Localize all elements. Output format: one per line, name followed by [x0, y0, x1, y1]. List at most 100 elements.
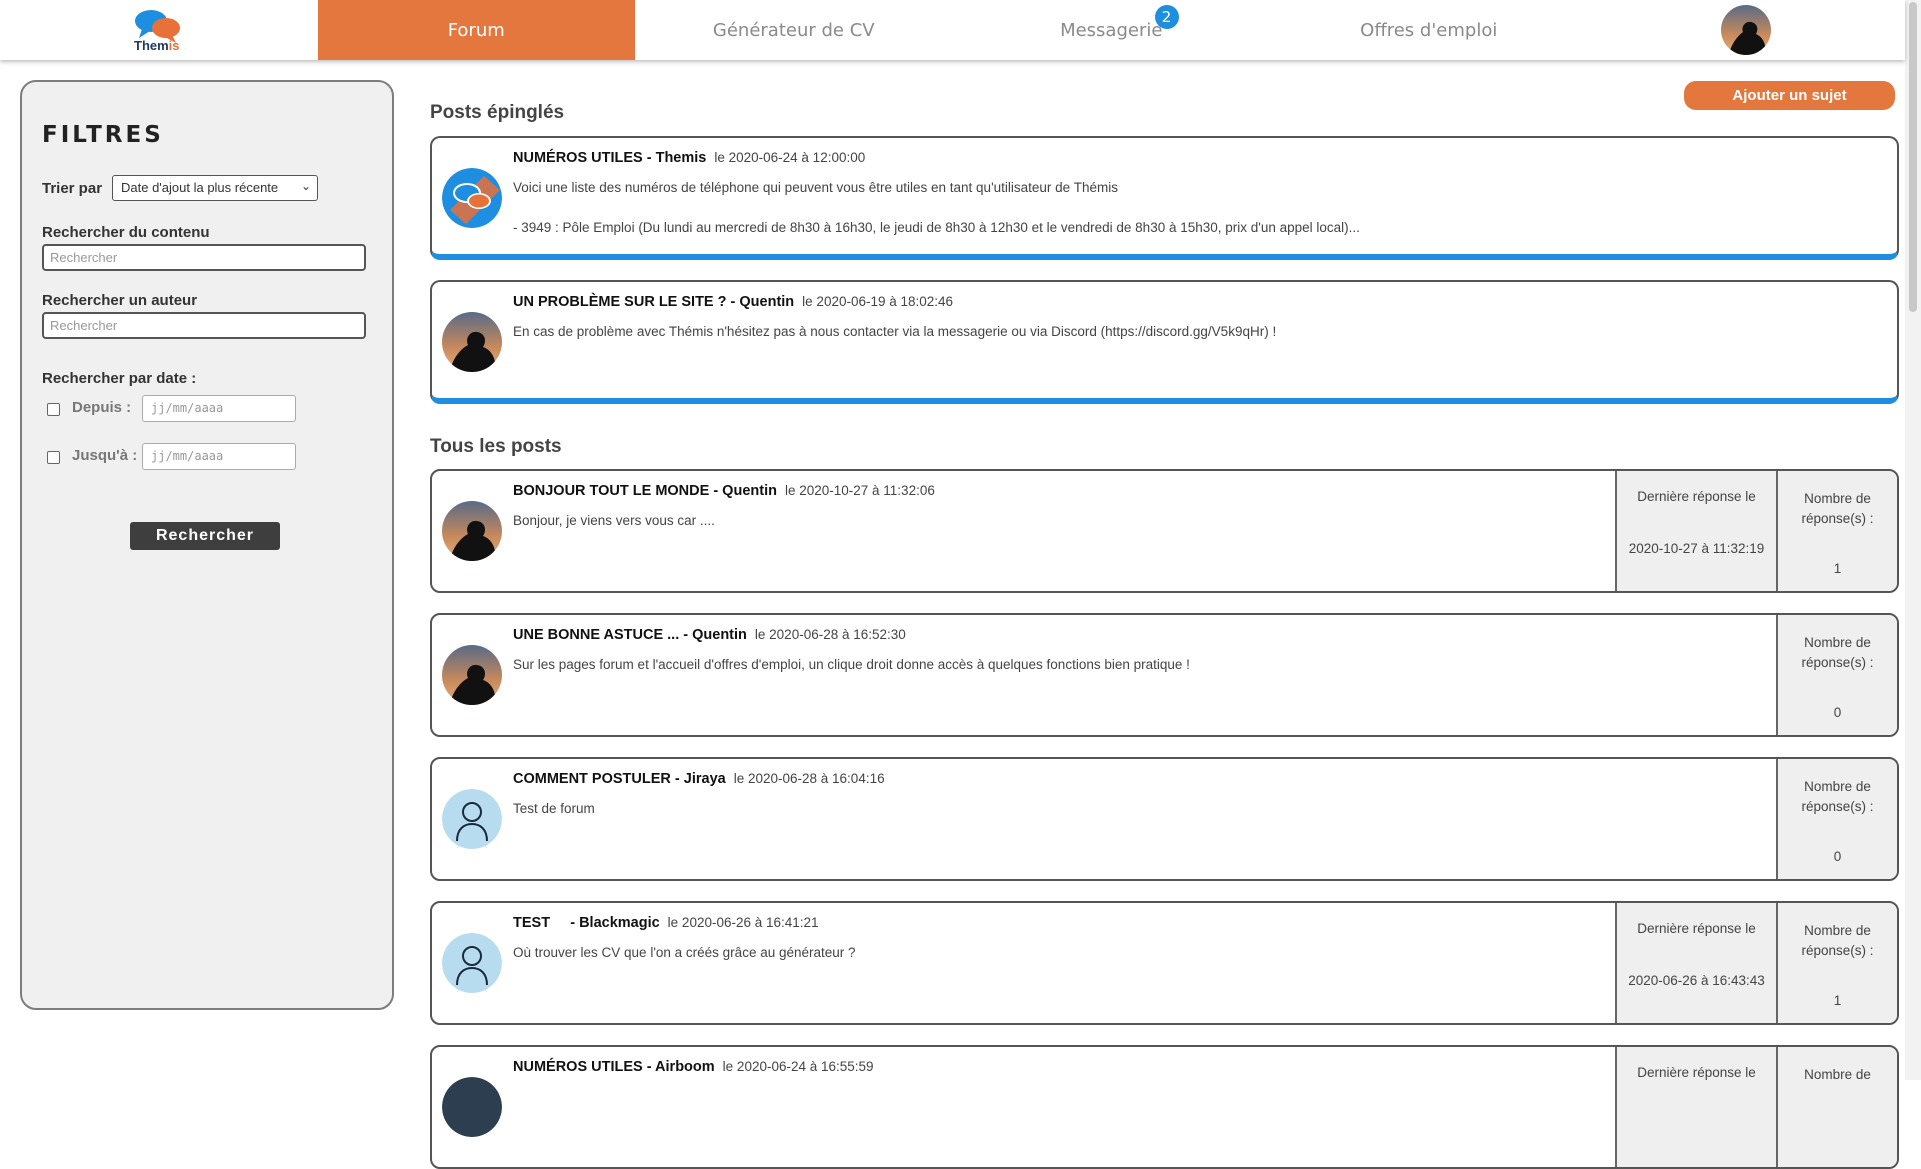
post-date: le 2020-06-24 à 16:55:59	[722, 1059, 874, 1074]
profile-menu[interactable]	[1588, 0, 1906, 60]
from-date-checkbox[interactable]	[47, 403, 60, 416]
post-author: - Quentin	[709, 483, 777, 499]
post-excerpt: Bonjour, je viens vers vous car ....	[513, 513, 715, 528]
nav-tab-cv-generator[interactable]: Générateur de CV	[635, 0, 953, 60]
sort-select[interactable]: Date d'ajout la plus récente ⌄	[112, 175, 318, 201]
last-reply-label: Dernière réponse le	[1637, 921, 1756, 936]
post-row[interactable]: BONJOUR TOUT LE MONDE - Quentin le 2020-1…	[430, 469, 1899, 593]
post-header: BONJOUR TOUT LE MONDE - Quentin le 2020-1…	[513, 483, 935, 499]
logo[interactable]: Themis	[0, 0, 318, 60]
to-date-label: Jusqu'à :	[72, 447, 138, 464]
post-author: - Airboom	[642, 1059, 715, 1075]
author-search-label: Rechercher un auteur	[42, 292, 198, 309]
chevron-down-icon: ⌄	[300, 179, 311, 193]
post-title[interactable]: NUMÉROS UTILES	[513, 150, 643, 166]
author-avatar	[442, 501, 502, 561]
post-date: le 2020-06-19 à 18:02:46	[802, 294, 954, 309]
all-posts-heading: Tous les posts	[430, 436, 562, 457]
last-reply-label: Dernière réponse le	[1637, 489, 1756, 504]
post-header: UNE BONNE ASTUCE ... - Quentin le 2020-06…	[513, 627, 906, 643]
last-reply-date: 2020-10-27 à 11:32:19	[1628, 541, 1765, 556]
last-reply-column: Dernière réponse le	[1615, 1047, 1776, 1167]
post-title[interactable]: TEST	[513, 915, 550, 931]
sort-label: Trier par	[42, 180, 103, 197]
author-avatar	[442, 645, 502, 705]
post-date: le 2020-06-26 à 16:41:21	[667, 915, 819, 930]
post-row[interactable]: NUMÉROS UTILES - Airboom le 2020-06-24 à …	[430, 1045, 1899, 1169]
sort-select-value: Date d'ajout la plus récente	[121, 180, 279, 195]
pinned-post[interactable]: NUMÉROS UTILES - Themis le 2020-06-24 à 1…	[430, 136, 1899, 260]
reply-count: 0	[1833, 849, 1842, 864]
last-reply-date: 2020-06-26 à 16:43:43	[1628, 973, 1765, 988]
post-author: - Jiraya	[670, 771, 726, 787]
post-excerpt: Test de forum	[513, 801, 595, 816]
reply-count: 1	[1833, 993, 1842, 1008]
post-title[interactable]: UNE BONNE ASTUCE ...	[513, 627, 679, 643]
author-avatar	[442, 789, 502, 849]
post-title[interactable]: UN PROBLÈME SUR LE SITE ?	[513, 294, 727, 310]
post-excerpt-line2: - 3949 : Pôle Emploi (Du lundi au mercre…	[513, 220, 1360, 235]
nav-tab-messages[interactable]: Messagerie 2	[953, 0, 1271, 60]
post-header: NUMÉROS UTILES - Themis le 2020-06-24 à 1…	[513, 150, 865, 166]
user-photo-icon	[442, 312, 502, 372]
reply-count: 0	[1833, 705, 1842, 720]
post-title[interactable]: NUMÉROS UTILES	[513, 1059, 643, 1075]
top-navbar: Themis Forum Générateur de CV Messagerie…	[0, 0, 1905, 60]
pinned-post[interactable]: UN PROBLÈME SUR LE SITE ? - Quentin le 20…	[430, 280, 1899, 404]
nav-tab-forum[interactable]: Forum	[317, 0, 635, 60]
post-date: le 2020-06-28 à 16:04:16	[733, 771, 885, 786]
reply-count-label: Nombre de réponse(s) :	[1801, 491, 1874, 526]
author-avatar	[442, 312, 502, 372]
post-row[interactable]: TEST - Blackmagic le 2020-06-26 à 16:41:2…	[430, 901, 1899, 1025]
post-header: COMMENT POSTULER - Jiraya le 2020-06-28 à…	[513, 771, 885, 787]
content-search-label: Rechercher du contenu	[42, 224, 210, 241]
scrollbar-thumb[interactable]	[1909, 2, 1917, 312]
post-author: - Blackmagic	[550, 915, 660, 931]
from-date-label: Depuis :	[72, 399, 132, 416]
post-row[interactable]: COMMENT POSTULER - Jiraya le 2020-06-28 à…	[430, 757, 1899, 881]
unread-badge: 2	[1154, 5, 1179, 29]
reply-count-column: Nombre de réponse(s) : 1	[1776, 471, 1897, 591]
page-scrollbar[interactable]	[1905, 0, 1921, 1080]
post-row[interactable]: UNE BONNE ASTUCE ... - Quentin le 2020-06…	[430, 613, 1899, 737]
content-search-input[interactable]: Rechercher	[42, 244, 366, 271]
post-excerpt: En cas de problème avec Thémis n'hésitez…	[513, 324, 1277, 339]
user-avatar[interactable]	[1721, 5, 1772, 55]
reply-count: 1	[1833, 561, 1842, 576]
filters-panel: FILTRES Trier par Date d'ajout la plus r…	[20, 80, 394, 1010]
to-date-input[interactable]: jj/mm/aaaa	[142, 443, 296, 470]
reply-count-column: Nombre de réponse(s) : 0	[1776, 759, 1897, 879]
add-topic-button[interactable]: Ajouter un sujet	[1684, 81, 1895, 110]
logo-text: Themis	[134, 38, 180, 53]
reply-count-label: Nombre de	[1804, 1067, 1871, 1082]
post-header: TEST - Blackmagic le 2020-06-26 à 16:41:2…	[513, 915, 819, 931]
nav-tab-job-offers[interactable]: Offres d'emploi	[1270, 0, 1588, 60]
post-author: - Themis	[642, 150, 707, 166]
post-date: le 2020-10-27 à 11:32:06	[784, 483, 935, 498]
filters-title: FILTRES	[42, 122, 164, 148]
reply-count-label: Nombre de réponse(s) :	[1801, 779, 1874, 814]
from-date-input[interactable]: jj/mm/aaaa	[142, 395, 296, 422]
user-photo-icon	[442, 645, 502, 705]
to-date-checkbox[interactable]	[47, 451, 60, 464]
post-date: le 2020-06-24 à 12:00:00	[714, 150, 866, 165]
default-user-icon	[442, 789, 502, 849]
post-title[interactable]: COMMENT POSTULER	[513, 771, 671, 787]
last-reply-label: Dernière réponse le	[1637, 1065, 1756, 1080]
post-title[interactable]: BONJOUR TOUT LE MONDE	[513, 483, 709, 499]
reply-count-label: Nombre de réponse(s) :	[1801, 635, 1874, 670]
themis-avatar	[442, 168, 502, 228]
reply-count-column: Nombre de réponse(s) : 0	[1776, 615, 1897, 735]
pinned-posts-heading: Posts épinglés	[430, 102, 565, 123]
reply-count-column: Nombre de	[1776, 1047, 1897, 1167]
post-excerpt: Voici une liste des numéros de téléphone…	[513, 180, 1118, 195]
user-photo-icon	[442, 1077, 502, 1137]
author-avatar	[442, 1077, 502, 1137]
date-search-label: Rechercher par date :	[42, 370, 197, 387]
reply-count-column: Nombre de réponse(s) : 1	[1776, 903, 1897, 1023]
last-reply-column: Dernière réponse le 2020-10-27 à 11:32:1…	[1615, 471, 1776, 591]
author-search-input[interactable]: Rechercher	[42, 312, 366, 339]
search-button[interactable]: Rechercher	[130, 522, 280, 550]
post-excerpt: Où trouver les CV que l'on a créés grâce…	[513, 945, 856, 960]
themis-logo-icon	[442, 168, 502, 228]
